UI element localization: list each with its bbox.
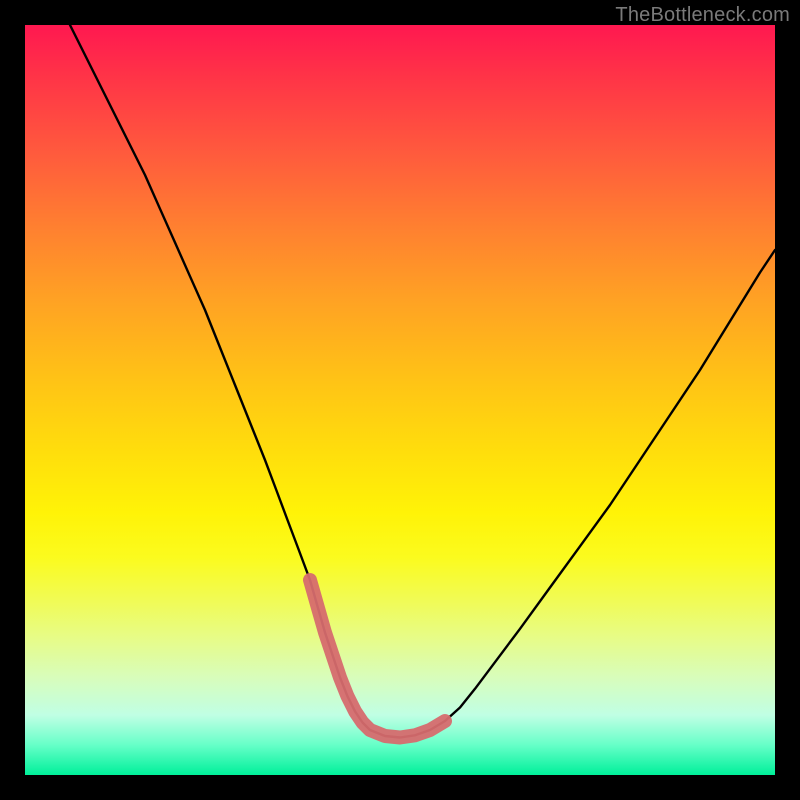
watermark-text: TheBottleneck.com (615, 4, 790, 27)
bottleneck-curve (70, 25, 775, 738)
chart-svg (25, 25, 775, 775)
chart-frame: TheBottleneck.com (0, 0, 800, 800)
sweet-range (310, 580, 445, 738)
